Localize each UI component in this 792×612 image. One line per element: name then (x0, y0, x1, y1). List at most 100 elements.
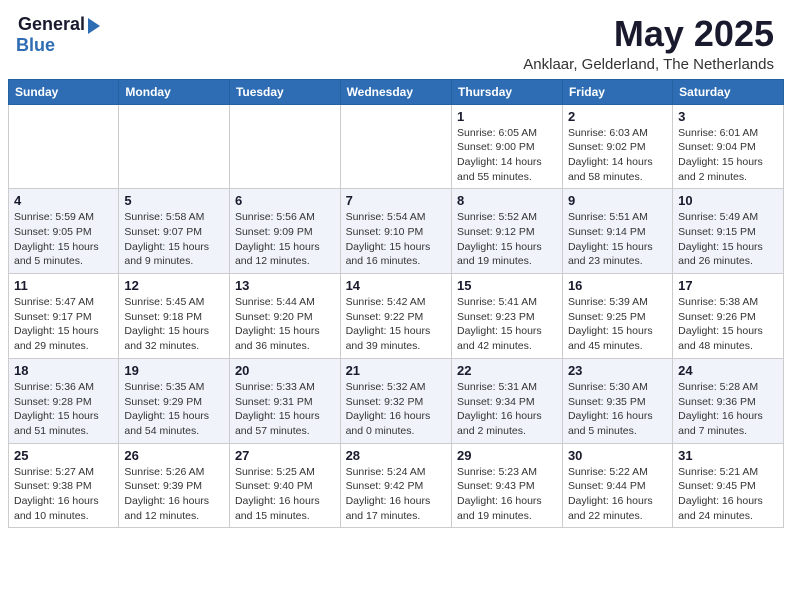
day-info: Sunrise: 5:26 AM Sunset: 9:39 PM Dayligh… (124, 465, 224, 524)
day-number: 30 (568, 448, 667, 463)
day-info: Sunrise: 6:01 AM Sunset: 9:04 PM Dayligh… (678, 126, 778, 185)
logo-general-text: General (18, 14, 85, 35)
page-container: General Blue May 2025 Anklaar, Gelderlan… (0, 0, 792, 536)
calendar-week-row: 1Sunrise: 6:05 AM Sunset: 9:00 PM Daylig… (9, 104, 784, 189)
day-number: 13 (235, 278, 335, 293)
calendar-cell: 20 Sunrise: 5:33 AM Sunset: 9:31 PM Dayli… (229, 358, 340, 443)
calendar-table: SundayMondayTuesdayWednesdayThursdayFrid… (8, 79, 784, 529)
day-info: Sunrise: 5:42 AM Sunset: 9:22 PM Dayligh… (346, 295, 446, 354)
day-info: Sunrise: 5:32 AM Sunset: 9:32 PM Dayligh… (346, 380, 446, 439)
calendar-cell (229, 104, 340, 189)
calendar-cell: 8 Sunrise: 5:52 AM Sunset: 9:12 PM Daylig… (452, 189, 563, 274)
day-number: 8 (457, 193, 557, 208)
col-header-sunday: Sunday (9, 79, 119, 104)
day-info: Sunrise: 5:39 AM Sunset: 9:25 PM Dayligh… (568, 295, 667, 354)
day-info: Sunrise: 5:24 AM Sunset: 9:42 PM Dayligh… (346, 465, 446, 524)
day-number: 3 (678, 109, 778, 124)
day-number: 2 (568, 109, 667, 124)
day-info: Sunrise: 5:59 AM Sunset: 9:05 PM Dayligh… (14, 210, 113, 269)
day-info: Sunrise: 5:52 AM Sunset: 9:12 PM Dayligh… (457, 210, 557, 269)
day-info: Sunrise: 5:22 AM Sunset: 9:44 PM Dayligh… (568, 465, 667, 524)
calendar-week-row: 18Sunrise: 5:36 AM Sunset: 9:28 PM Dayli… (9, 358, 784, 443)
calendar-cell: 17 Sunrise: 5:38 AM Sunset: 9:26 PM Dayli… (673, 274, 784, 359)
calendar-cell: 10Sunrise: 5:49 AM Sunset: 9:15 PM Dayli… (673, 189, 784, 274)
day-number: 27 (235, 448, 335, 463)
calendar-cell (340, 104, 451, 189)
day-info: Sunrise: 5:44 AM Sunset: 9:20 PM Dayligh… (235, 295, 335, 354)
day-info: Sunrise: 5:38 AM Sunset: 9:26 PM Dayligh… (678, 295, 778, 354)
calendar-cell: 26 Sunrise: 5:26 AM Sunset: 9:39 PM Dayli… (119, 443, 230, 528)
day-number: 12 (124, 278, 224, 293)
calendar-cell: 13 Sunrise: 5:44 AM Sunset: 9:20 PM Dayli… (229, 274, 340, 359)
day-info: Sunrise: 5:45 AM Sunset: 9:18 PM Dayligh… (124, 295, 224, 354)
calendar-cell: 28 Sunrise: 5:24 AM Sunset: 9:42 PM Dayli… (340, 443, 451, 528)
col-header-saturday: Saturday (673, 79, 784, 104)
calendar-cell: 7Sunrise: 5:54 AM Sunset: 9:10 PM Daylig… (340, 189, 451, 274)
day-info: Sunrise: 5:35 AM Sunset: 9:29 PM Dayligh… (124, 380, 224, 439)
logo-arrow-icon (88, 18, 100, 34)
day-info: Sunrise: 5:36 AM Sunset: 9:28 PM Dayligh… (14, 380, 113, 439)
day-info: Sunrise: 5:47 AM Sunset: 9:17 PM Dayligh… (14, 295, 113, 354)
day-info: Sunrise: 5:31 AM Sunset: 9:34 PM Dayligh… (457, 380, 557, 439)
calendar-cell: 14Sunrise: 5:42 AM Sunset: 9:22 PM Dayli… (340, 274, 451, 359)
col-header-thursday: Thursday (452, 79, 563, 104)
day-number: 17 (678, 278, 778, 293)
day-info: Sunrise: 6:05 AM Sunset: 9:00 PM Dayligh… (457, 126, 557, 185)
col-header-tuesday: Tuesday (229, 79, 340, 104)
day-number: 23 (568, 363, 667, 378)
day-info: Sunrise: 5:33 AM Sunset: 9:31 PM Dayligh… (235, 380, 335, 439)
day-info: Sunrise: 5:21 AM Sunset: 9:45 PM Dayligh… (678, 465, 778, 524)
day-info: Sunrise: 5:41 AM Sunset: 9:23 PM Dayligh… (457, 295, 557, 354)
calendar-cell: 18Sunrise: 5:36 AM Sunset: 9:28 PM Dayli… (9, 358, 119, 443)
day-number: 28 (346, 448, 446, 463)
day-number: 9 (568, 193, 667, 208)
calendar-cell: 15 Sunrise: 5:41 AM Sunset: 9:23 PM Dayli… (452, 274, 563, 359)
location-title: Anklaar, Gelderland, The Netherlands (523, 56, 774, 73)
col-header-monday: Monday (119, 79, 230, 104)
calendar-cell: 19Sunrise: 5:35 AM Sunset: 9:29 PM Dayli… (119, 358, 230, 443)
calendar-cell: 22 Sunrise: 5:31 AM Sunset: 9:34 PM Dayli… (452, 358, 563, 443)
day-info: Sunrise: 5:51 AM Sunset: 9:14 PM Dayligh… (568, 210, 667, 269)
day-number: 11 (14, 278, 113, 293)
header: General Blue May 2025 Anklaar, Gelderlan… (0, 0, 792, 79)
day-info: Sunrise: 5:25 AM Sunset: 9:40 PM Dayligh… (235, 465, 335, 524)
day-info: Sunrise: 5:27 AM Sunset: 9:38 PM Dayligh… (14, 465, 113, 524)
calendar-cell (119, 104, 230, 189)
calendar-cell (9, 104, 119, 189)
day-info: Sunrise: 5:54 AM Sunset: 9:10 PM Dayligh… (346, 210, 446, 269)
day-info: Sunrise: 5:56 AM Sunset: 9:09 PM Dayligh… (235, 210, 335, 269)
calendar-cell: 31Sunrise: 5:21 AM Sunset: 9:45 PM Dayli… (673, 443, 784, 528)
calendar-cell: 2 Sunrise: 6:03 AM Sunset: 9:02 PM Daylig… (562, 104, 672, 189)
calendar-cell: 11 Sunrise: 5:47 AM Sunset: 9:17 PM Dayli… (9, 274, 119, 359)
col-header-friday: Friday (562, 79, 672, 104)
calendar-cell: 24Sunrise: 5:28 AM Sunset: 9:36 PM Dayli… (673, 358, 784, 443)
day-info: Sunrise: 5:30 AM Sunset: 9:35 PM Dayligh… (568, 380, 667, 439)
calendar-cell: 23 Sunrise: 5:30 AM Sunset: 9:35 PM Dayli… (562, 358, 672, 443)
day-number: 29 (457, 448, 557, 463)
day-info: Sunrise: 5:28 AM Sunset: 9:36 PM Dayligh… (678, 380, 778, 439)
calendar-cell: 9 Sunrise: 5:51 AM Sunset: 9:14 PM Daylig… (562, 189, 672, 274)
day-number: 15 (457, 278, 557, 293)
day-number: 22 (457, 363, 557, 378)
day-number: 26 (124, 448, 224, 463)
calendar-cell: 21Sunrise: 5:32 AM Sunset: 9:32 PM Dayli… (340, 358, 451, 443)
calendar-cell: 27 Sunrise: 5:25 AM Sunset: 9:40 PM Dayli… (229, 443, 340, 528)
calendar-week-row: 4 Sunrise: 5:59 AM Sunset: 9:05 PM Daylig… (9, 189, 784, 274)
month-title: May 2025 (523, 14, 774, 54)
calendar-cell: 4 Sunrise: 5:59 AM Sunset: 9:05 PM Daylig… (9, 189, 119, 274)
calendar-cell: 30 Sunrise: 5:22 AM Sunset: 9:44 PM Dayli… (562, 443, 672, 528)
day-info: Sunrise: 6:03 AM Sunset: 9:02 PM Dayligh… (568, 126, 667, 185)
calendar-wrapper: SundayMondayTuesdayWednesdayThursdayFrid… (0, 79, 792, 537)
day-number: 4 (14, 193, 113, 208)
day-number: 20 (235, 363, 335, 378)
calendar-cell: 29Sunrise: 5:23 AM Sunset: 9:43 PM Dayli… (452, 443, 563, 528)
calendar-cell: 25 Sunrise: 5:27 AM Sunset: 9:38 PM Dayli… (9, 443, 119, 528)
calendar-week-row: 25 Sunrise: 5:27 AM Sunset: 9:38 PM Dayli… (9, 443, 784, 528)
day-number: 10 (678, 193, 778, 208)
day-number: 25 (14, 448, 113, 463)
calendar-week-row: 11 Sunrise: 5:47 AM Sunset: 9:17 PM Dayli… (9, 274, 784, 359)
calendar-header-row: SundayMondayTuesdayWednesdayThursdayFrid… (9, 79, 784, 104)
calendar-cell: 3 Sunrise: 6:01 AM Sunset: 9:04 PM Daylig… (673, 104, 784, 189)
day-number: 5 (124, 193, 224, 208)
col-header-wednesday: Wednesday (340, 79, 451, 104)
